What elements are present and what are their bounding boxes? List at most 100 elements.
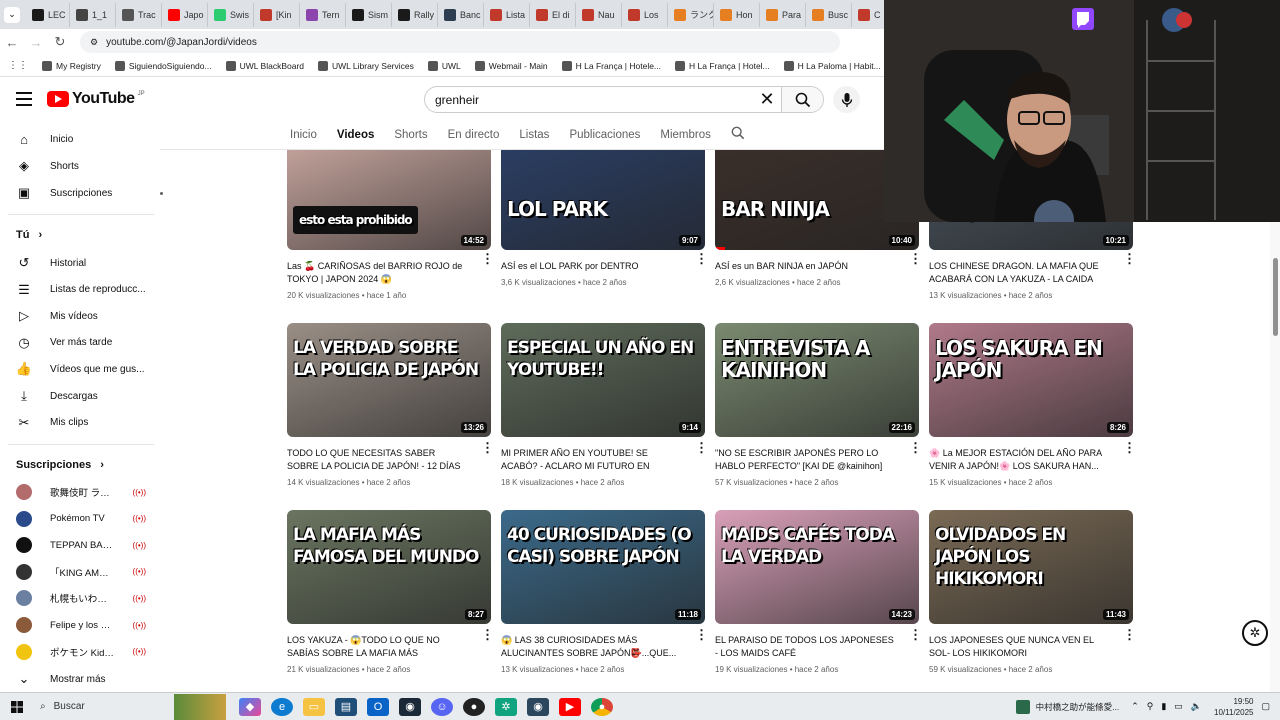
bookmark-item[interactable]: My Registry	[42, 60, 101, 71]
video-card[interactable]: ESPECIAL UN AÑO EN YOUTUBE!! 9:14 MI PRIME…	[501, 323, 708, 487]
subscription-item[interactable]: Felipe y los direc... ((•))	[16, 617, 146, 633]
outlook-icon[interactable]: O	[367, 697, 389, 716]
chrome-icon[interactable]: ●	[591, 697, 613, 716]
show-more-button[interactable]: ⌄ Mostrar más	[16, 671, 106, 687]
bookmark-item[interactable]: UWL	[427, 60, 461, 71]
video-title[interactable]: Las 🍒 CARIÑOSAS del BARRIO ROJO de TOKYO…	[287, 260, 467, 286]
bookmark-item[interactable]: H La Paloma | Habit...	[783, 60, 881, 71]
forward-icon[interactable]: →	[24, 35, 48, 50]
more-options-icon[interactable]: ⋮	[909, 252, 919, 265]
clear-search-icon[interactable]: ✕	[753, 89, 781, 110]
video-card[interactable]: LOS SAKURA EN JAPÓN 8:26 🌸 La MEJOR ESTACI…	[929, 323, 1136, 487]
subscription-item[interactable]: Pokémon TV ((•))	[16, 510, 146, 527]
more-options-icon[interactable]: ⋮	[481, 252, 491, 265]
battery-icon[interactable]: ▮	[1161, 701, 1166, 712]
taskbar-search[interactable]: ⌕ Buscar	[34, 695, 174, 719]
video-title[interactable]: LOS CHINESE DRAGON. LA MAFIA QUE ACABARÁ…	[929, 260, 1109, 286]
tab-shorts[interactable]: Shorts	[394, 129, 427, 141]
search-input[interactable]: grenheir	[435, 93, 753, 107]
video-title[interactable]: 😱 LAS 38 CURIOSIDADES MÁS ALUCINANTES SO…	[501, 634, 681, 660]
browser-tab[interactable]: Los	[622, 2, 668, 27]
bookmark-item[interactable]: H La França | Hotel...	[675, 60, 770, 71]
more-options-icon[interactable]: ⋮	[909, 441, 922, 454]
video-title[interactable]: LOS YAKUZA - 😱TODO LO QUE NO SABÍAS SOBR…	[287, 634, 467, 660]
video-thumbnail[interactable]: ESPECIAL UN AÑO EN YOUTUBE!! 9:14	[501, 323, 705, 437]
apps-icon[interactable]: ⋮⋮	[8, 60, 28, 71]
store-icon[interactable]: ▤	[335, 697, 357, 716]
notification-center-icon[interactable]: ▢	[1261, 701, 1270, 712]
url-field[interactable]: ⚙ youtube.com/@JapanJordi/videos	[80, 31, 840, 53]
sidebar-item-history[interactable]: ↺ Historial	[16, 255, 87, 271]
browser-tab[interactable]: LEC	[26, 2, 70, 27]
video-card[interactable]: OLVIDADOS EN JAPÓN LOS HIKIKOMORI 11:43 LO…	[929, 510, 1136, 674]
video-card[interactable]: MAIDS CAFÉS TODA LA VERDAD 14:23 EL PARAIS…	[715, 510, 922, 674]
video-card[interactable]: LA VERDAD SOBRE LA POLICIA DE JAPÓN 13:26…	[287, 323, 494, 487]
browser-tab[interactable]: Sism	[346, 2, 392, 27]
bookmark-item[interactable]: UWL Library Services	[318, 60, 414, 71]
reload-icon[interactable]: ↻	[48, 34, 72, 50]
browser-tab[interactable]: 1_1	[70, 2, 116, 27]
tab-listas[interactable]: Listas	[519, 129, 549, 141]
sidebar-item-shorts[interactable]: ◈ Shorts	[16, 158, 79, 174]
browser-tab[interactable]: Lista	[484, 2, 530, 27]
video-card[interactable]: LA MAFIA MÁS FAMOSA DEL MUNDO 8:27 LOS YAK…	[287, 510, 494, 674]
more-options-icon[interactable]: ⋮	[695, 252, 705, 265]
tray-chevron-icon[interactable]: ⌃	[1131, 701, 1139, 712]
more-options-icon[interactable]: ⋮	[695, 628, 708, 641]
sidebar-item-subscriptions[interactable]: ▣ Suscripciones	[16, 185, 164, 201]
browser-tab[interactable]: Busc	[806, 2, 852, 27]
browser-tab[interactable]: El di	[530, 2, 576, 27]
subscription-item[interactable]: 歌舞伎町 ライブ... ((•))	[16, 484, 146, 500]
video-title[interactable]: ASÍ es un BAR NINJA en JAPÓN	[715, 260, 895, 273]
video-thumbnail[interactable]: ENTREVISTA A KAINIHON 22:16	[715, 323, 919, 437]
video-title[interactable]: TODO LO QUE NECESITAS SABER SOBRE LA POL…	[287, 447, 467, 473]
site-info-icon[interactable]: ⚙	[90, 37, 98, 48]
steam-icon[interactable]: ◉	[399, 697, 421, 716]
subscription-item[interactable]: 「KING AMUSE... ((•))	[16, 563, 146, 580]
steam-icon-2[interactable]: ◉	[527, 697, 549, 716]
browser-tab[interactable]: Trac	[116, 2, 162, 27]
video-title[interactable]: "NO SE ESCRIBIR JAPONÉS PERO LO HABLO PE…	[715, 447, 895, 473]
hamburger-menu-icon[interactable]	[16, 92, 32, 106]
tray-apps-icon[interactable]: ⚲	[1147, 701, 1154, 712]
video-card[interactable]: 40 CURIOSIDADES (O CASI) SOBRE JAPÓN 11:1…	[501, 510, 708, 674]
youtube-logo[interactable]: YouTube JP	[47, 90, 145, 108]
subscription-item[interactable]: ポケモン Kids TV ((•))	[16, 643, 146, 660]
bookmark-item[interactable]: SiguiendoSiguiendo...	[114, 60, 212, 71]
copilot-icon[interactable]: ◆	[239, 697, 261, 716]
tab-videos[interactable]: Videos	[337, 129, 375, 141]
sidebar-item-home[interactable]: ⌂ Inicio	[16, 131, 73, 147]
browser-tab[interactable]: Para	[760, 2, 806, 27]
news-notification[interactable]: 中村橋之助が能條愛...	[1015, 699, 1119, 714]
video-thumbnail[interactable]: MAIDS CAFÉS TODA LA VERDAD 14:23	[715, 510, 919, 624]
sidebar-you-heading[interactable]: Tú ›	[16, 229, 42, 241]
discord-icon[interactable]: ☺	[431, 697, 453, 716]
browser-tab[interactable]: ランク	[668, 2, 714, 27]
page-scrollbar[interactable]	[1270, 150, 1280, 692]
browser-tab[interactable]: Banc	[438, 2, 484, 27]
video-thumbnail[interactable]: esto esta prohibido 14:52	[287, 150, 491, 250]
tab-publicaciones[interactable]: Publicaciones	[569, 129, 640, 141]
more-options-icon[interactable]: ⋮	[1123, 441, 1136, 454]
sidebar-item-clock[interactable]: ◷ Ver más tarde	[16, 335, 112, 351]
video-thumbnail[interactable]: LOS SAKURA EN JAPÓN 8:26	[929, 323, 1133, 437]
video-thumbnail[interactable]: LOL PARK 9:07	[501, 150, 705, 250]
chatgpt-icon[interactable]: ✲	[495, 697, 517, 716]
video-thumbnail[interactable]: 40 CURIOSIDADES (O CASI) SOBRE JAPÓN 11:1…	[501, 510, 705, 624]
video-title[interactable]: 🌸 La MEJOR ESTACIÓN DEL AÑO PARA VENIR A…	[929, 447, 1109, 473]
browser-tab[interactable]: Hon	[714, 2, 760, 27]
bookmark-item[interactable]: UWL BlackBoard	[225, 60, 304, 71]
browser-tab[interactable]: [Kin	[254, 2, 300, 27]
volume-icon[interactable]: 🔈	[1191, 701, 1202, 712]
sidebar-item-playlist[interactable]: ☰ Listas de reproducc...	[16, 282, 145, 298]
tab-miembros[interactable]: Miembros	[660, 129, 710, 141]
browser-tab[interactable]: Tern	[300, 2, 346, 27]
obs-icon[interactable]: ●	[463, 697, 485, 716]
video-title[interactable]: LOS JAPONESES QUE NUNCA VEN EL SOL- LOS …	[929, 634, 1109, 660]
tab-list-chevron-icon[interactable]: ⌄	[4, 6, 20, 23]
browser-tab[interactable]: Rally	[392, 2, 438, 27]
youtube-app-icon[interactable]: ▶	[559, 697, 581, 716]
tab-en-directo[interactable]: En directo	[448, 129, 500, 141]
video-card[interactable]: LOL PARK 9:07 ASÍ es el LOL PARK por DENTR…	[501, 150, 705, 287]
bookmark-item[interactable]: H La França | Hotele...	[561, 60, 661, 71]
